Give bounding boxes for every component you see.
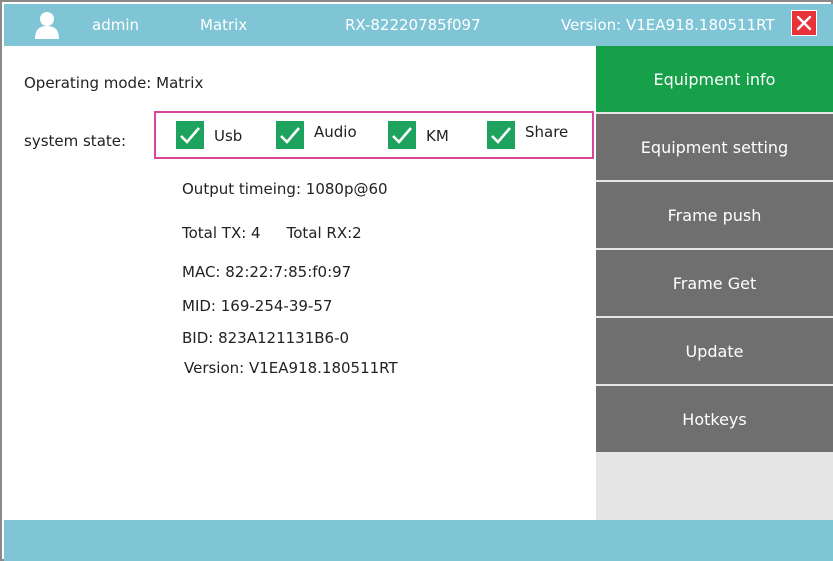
audio-label: Audio	[314, 123, 357, 141]
nav-hotkeys[interactable]: Hotkeys	[596, 386, 833, 452]
nav-frame-get[interactable]: Frame Get	[596, 250, 833, 316]
check-icon	[388, 121, 416, 149]
bottom-bar	[4, 520, 833, 561]
app-window: admin Matrix RX-82220785f097 Version: V1…	[0, 0, 833, 561]
device-id: RX-82220785f097	[345, 16, 481, 34]
operating-mode: Operating mode: Matrix	[24, 74, 204, 92]
version-label: Version: V1EA918.180511RT	[561, 16, 775, 34]
usb-label: Usb	[214, 127, 243, 145]
total-tx: Total TX: 4	[182, 224, 261, 242]
user-icon	[34, 11, 60, 39]
close-button[interactable]	[791, 10, 817, 36]
check-icon	[176, 121, 204, 149]
total-counts: Total TX: 4 Total RX:2	[182, 224, 362, 242]
system-state-group: Usb Audio KM Share	[154, 111, 594, 159]
close-icon	[796, 15, 812, 31]
system-state-label: system state:	[24, 132, 127, 150]
nav-equipment-info[interactable]: Equipment info	[596, 46, 833, 112]
mid-value: MID: 169-254-39-57	[182, 297, 333, 315]
firmware-version: Version: V1EA918.180511RT	[184, 359, 398, 377]
output-timing: Output timeing: 1080p@60	[182, 180, 388, 198]
sidebar: Equipment info Equipment setting Frame p…	[596, 46, 833, 520]
nav-update[interactable]: Update	[596, 318, 833, 384]
username: admin	[92, 16, 139, 34]
main-panel: Operating mode: Matrix system state: Usb…	[4, 46, 596, 520]
top-bar: admin Matrix RX-82220785f097 Version: V1…	[4, 4, 833, 46]
total-rx: Total RX:2	[286, 224, 362, 242]
nav-frame-push[interactable]: Frame push	[596, 182, 833, 248]
share-label: Share	[525, 123, 569, 141]
mac-address: MAC: 82:22:7:85:f0:97	[182, 263, 352, 281]
check-icon	[487, 121, 515, 149]
km-label: KM	[426, 127, 449, 145]
mode-label: Matrix	[200, 16, 248, 34]
nav-equipment-setting[interactable]: Equipment setting	[596, 114, 833, 180]
check-icon	[276, 121, 304, 149]
bid-value: BID: 823A121131B6-0	[182, 329, 350, 347]
